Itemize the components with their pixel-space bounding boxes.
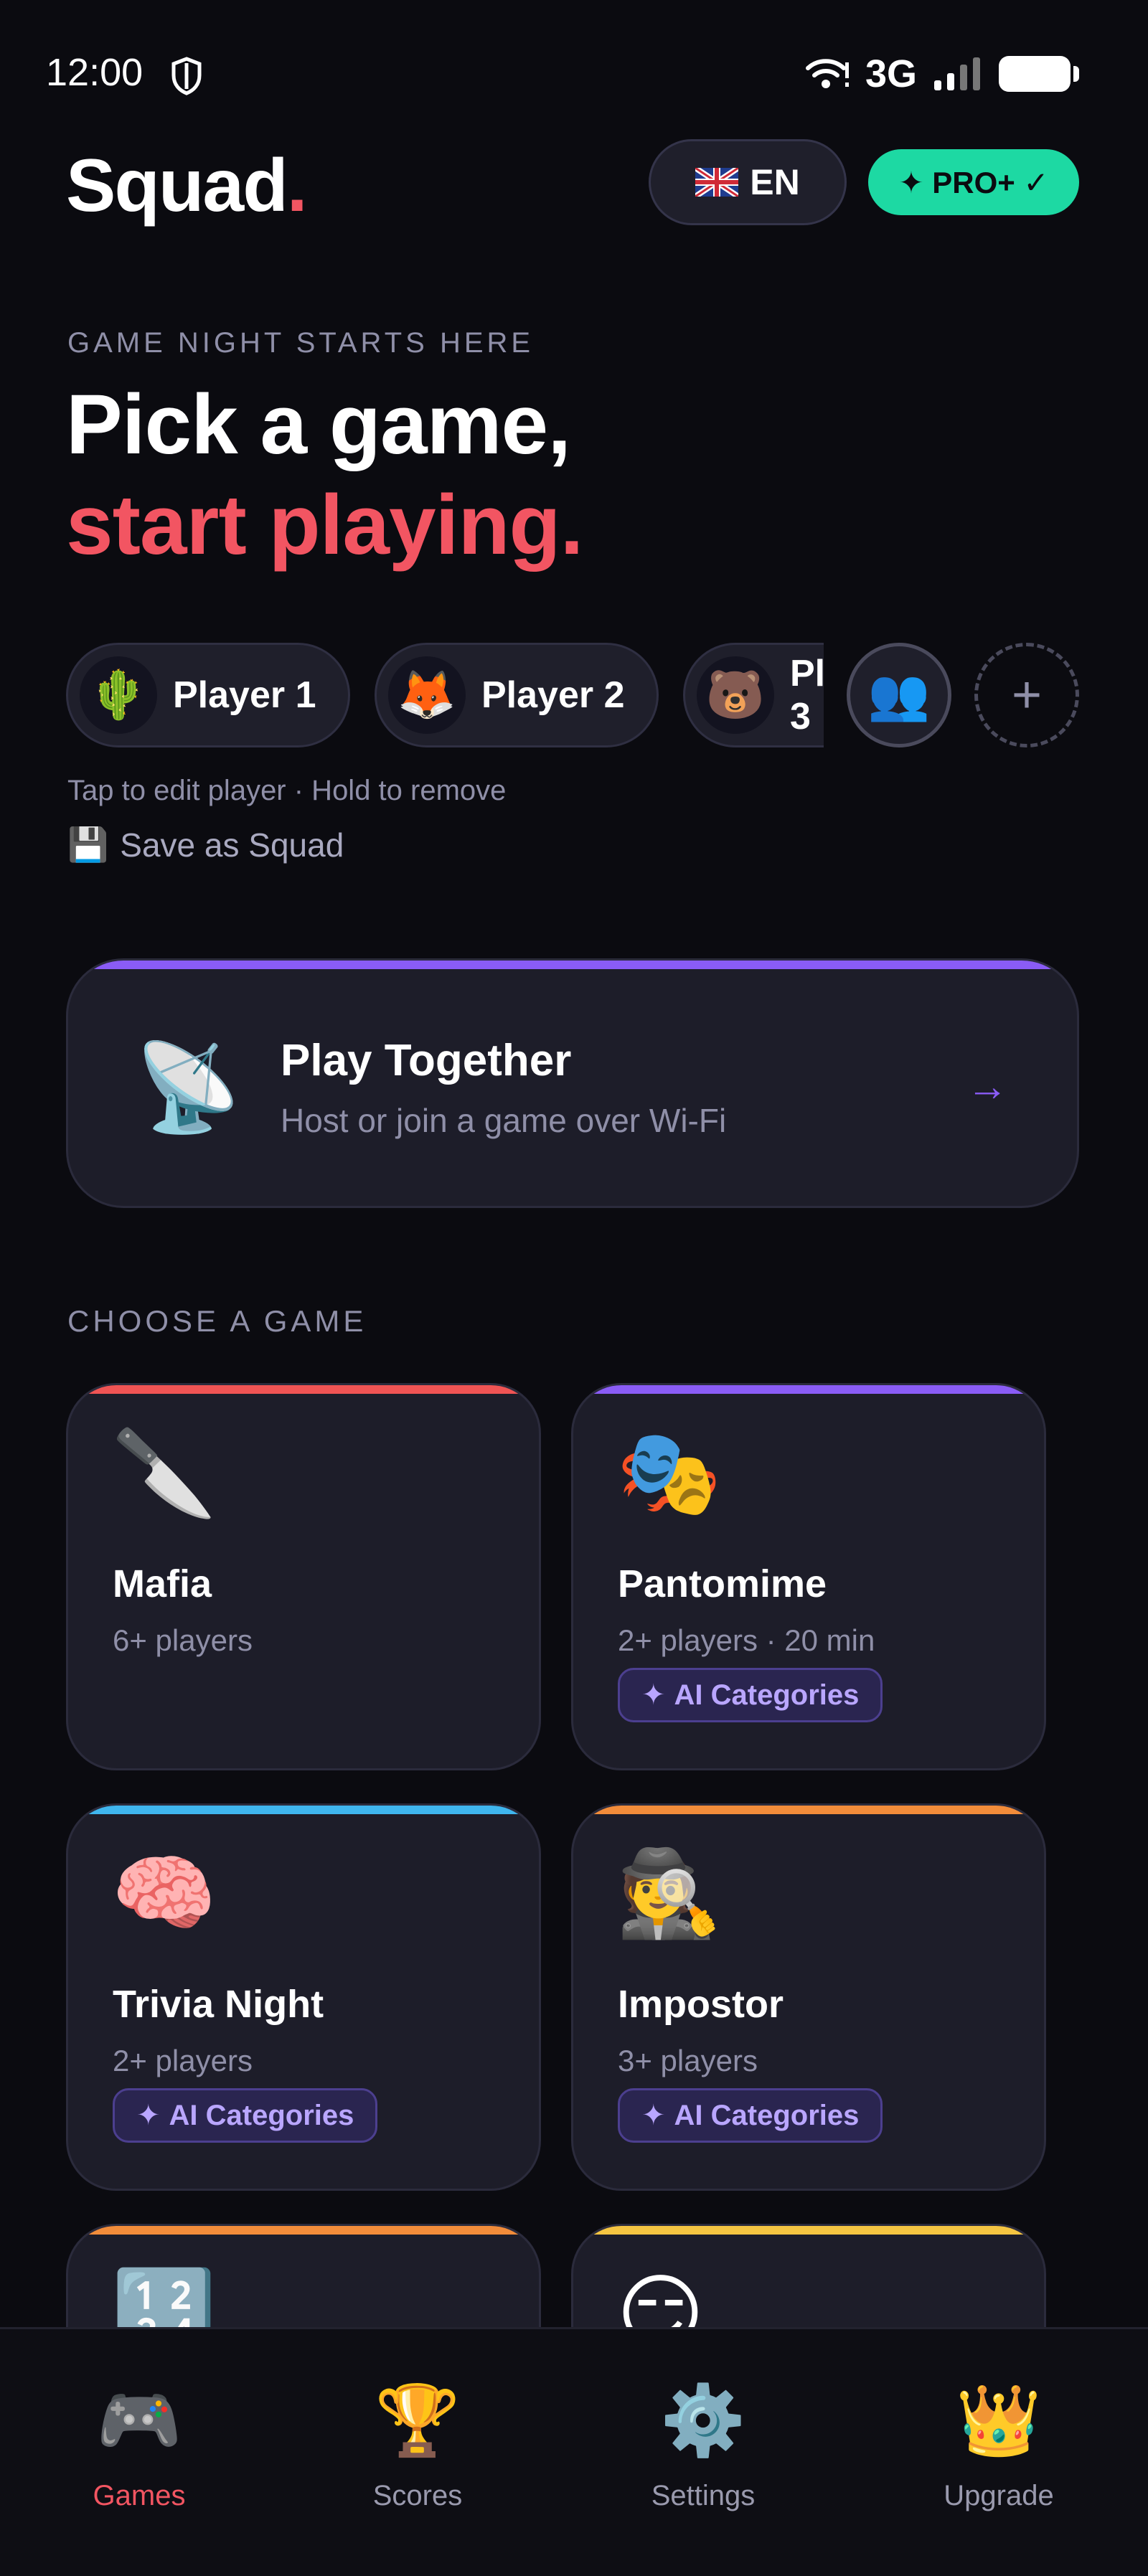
game-name: Pantomime	[618, 1562, 827, 1605]
card-accent-bar	[68, 961, 1077, 969]
network-type: 3G	[865, 52, 917, 95]
pro-badge-button[interactable]: ✦ PRO+ ✓	[868, 149, 1079, 215]
card-accent-bar	[68, 1806, 539, 1814]
battery-icon	[999, 56, 1079, 92]
game-meta: 2+ players · 20 min	[618, 1623, 875, 1657]
hero-title-line1: Pick a game,	[66, 377, 571, 472]
game-name: Mafia	[113, 1562, 212, 1605]
status-indicators: 3G	[805, 52, 1079, 96]
floppy-disk-icon: 💾	[67, 826, 109, 863]
badge-label: AI Categories	[169, 2099, 354, 2131]
player-chip-1[interactable]: 🌵 Player 1	[66, 643, 350, 747]
card-accent-bar	[68, 2226, 539, 2235]
player-name: Player 3	[790, 653, 824, 737]
badge-label: AI Categories	[674, 2099, 860, 2131]
game-card-trivia-night[interactable]: 🧠 Trivia Night 2+ players ✦ AI Categorie…	[66, 1803, 541, 2191]
sparkle-icon: ✦	[641, 2100, 666, 2131]
card-accent-bar	[68, 1385, 539, 1394]
nav-label: Games	[93, 2480, 186, 2511]
section-title: CHOOSE A GAME	[67, 1304, 367, 1338]
game-card-mafia[interactable]: 🔪 Mafia 6+ players	[66, 1383, 541, 1770]
status-time: 12:00	[46, 51, 144, 94]
cactus-icon: 🌵	[80, 656, 157, 734]
group-icon: 👥	[867, 666, 931, 722]
card-accent-bar	[573, 1385, 1044, 1394]
squads-button[interactable]: 👥	[847, 643, 951, 747]
badge-label: AI Categories	[674, 1679, 860, 1711]
game-card-impostor[interactable]: 🕵️ Impostor 3+ players ✦ AI Categories	[571, 1803, 1046, 2191]
gear-icon: ⚙️	[660, 2382, 746, 2459]
game-name: Trivia Night	[113, 1983, 324, 2026]
play-together-title: Play Together	[281, 1036, 572, 1085]
language-label: EN	[750, 162, 800, 202]
card-accent-bar	[573, 1806, 1044, 1814]
game-meta: 2+ players	[113, 2044, 253, 2077]
ai-categories-badge: ✦ AI Categories	[618, 1668, 883, 1722]
card-accent-bar	[573, 2226, 1044, 2235]
wifi-icon	[805, 59, 849, 88]
nav-games[interactable]: 🎮 Games	[24, 2387, 254, 2512]
hero-title-line2: start playing.	[66, 478, 583, 572]
plus-icon: +	[1011, 666, 1043, 724]
nav-scores[interactable]: 🏆 Scores	[303, 2387, 532, 2512]
player-list: 🌵 Player 1 🦊 Player 2 🐻 Player 3 👥 +	[66, 643, 1085, 750]
player-hint: Tap to edit player · Hold to remove	[67, 775, 507, 806]
game-meta: 3+ players	[618, 2044, 758, 2077]
save-squad-button[interactable]: 💾 Save as Squad	[67, 825, 344, 864]
player-chip-3[interactable]: 🐻 Player 3	[683, 643, 824, 747]
shield-icon	[171, 57, 202, 95]
bear-icon: 🐻	[697, 656, 774, 734]
game-name: Impostor	[618, 1983, 784, 2026]
fox-icon: 🦊	[388, 656, 466, 734]
game-meta: 6+ players	[113, 1623, 253, 1657]
play-together-card[interactable]: 📡 Play Together Host or join a game over…	[66, 958, 1079, 1208]
nav-label: Scores	[372, 2480, 463, 2511]
uk-flag-icon	[695, 168, 739, 197]
bottom-navigation: 🎮 Games 🏆 Scores ⚙️ Settings 👑 Upgrade	[0, 2327, 1148, 2576]
app-logo: Squad.	[66, 144, 308, 227]
nav-label: Upgrade	[944, 2480, 1054, 2511]
game-card-pantomime[interactable]: 🎭 Pantomime 2+ players · 20 min ✦ AI Cat…	[571, 1383, 1046, 1770]
nav-label: Settings	[651, 2480, 756, 2511]
sparkle-icon: ✦	[641, 1679, 666, 1711]
satellite-dish-icon: 📡	[134, 1039, 242, 1136]
sparkle-icon: ✦	[136, 2100, 161, 2131]
game-controller-icon: 🎮	[96, 2382, 182, 2459]
arrow-right-icon: →	[966, 1063, 1008, 1110]
knife-icon: 🔪	[111, 1426, 217, 1521]
add-player-button[interactable]: +	[974, 643, 1079, 747]
nav-settings[interactable]: ⚙️ Settings	[588, 2387, 818, 2512]
save-squad-label: Save as Squad	[120, 826, 344, 864]
trophy-icon: 🏆	[375, 2382, 461, 2459]
crown-icon: 👑	[956, 2382, 1042, 2459]
player-name: Player 2	[481, 674, 625, 716]
player-chip-2[interactable]: 🦊 Player 2	[375, 643, 659, 747]
detective-icon: 🕵️	[616, 1846, 722, 1941]
signal-icon	[934, 57, 980, 90]
language-button[interactable]: EN	[649, 139, 847, 225]
play-together-subtitle: Host or join a game over Wi-Fi	[281, 1102, 727, 1139]
brain-icon: 🧠	[111, 1846, 217, 1941]
player-name: Player 1	[173, 674, 316, 716]
hero-eyebrow: GAME NIGHT STARTS HERE	[67, 327, 535, 359]
theater-masks-icon: 🎭	[616, 1426, 722, 1521]
nav-upgrade[interactable]: 👑 Upgrade	[884, 2387, 1114, 2512]
ai-categories-badge: ✦ AI Categories	[113, 2088, 378, 2143]
ai-categories-badge: ✦ AI Categories	[618, 2088, 883, 2143]
